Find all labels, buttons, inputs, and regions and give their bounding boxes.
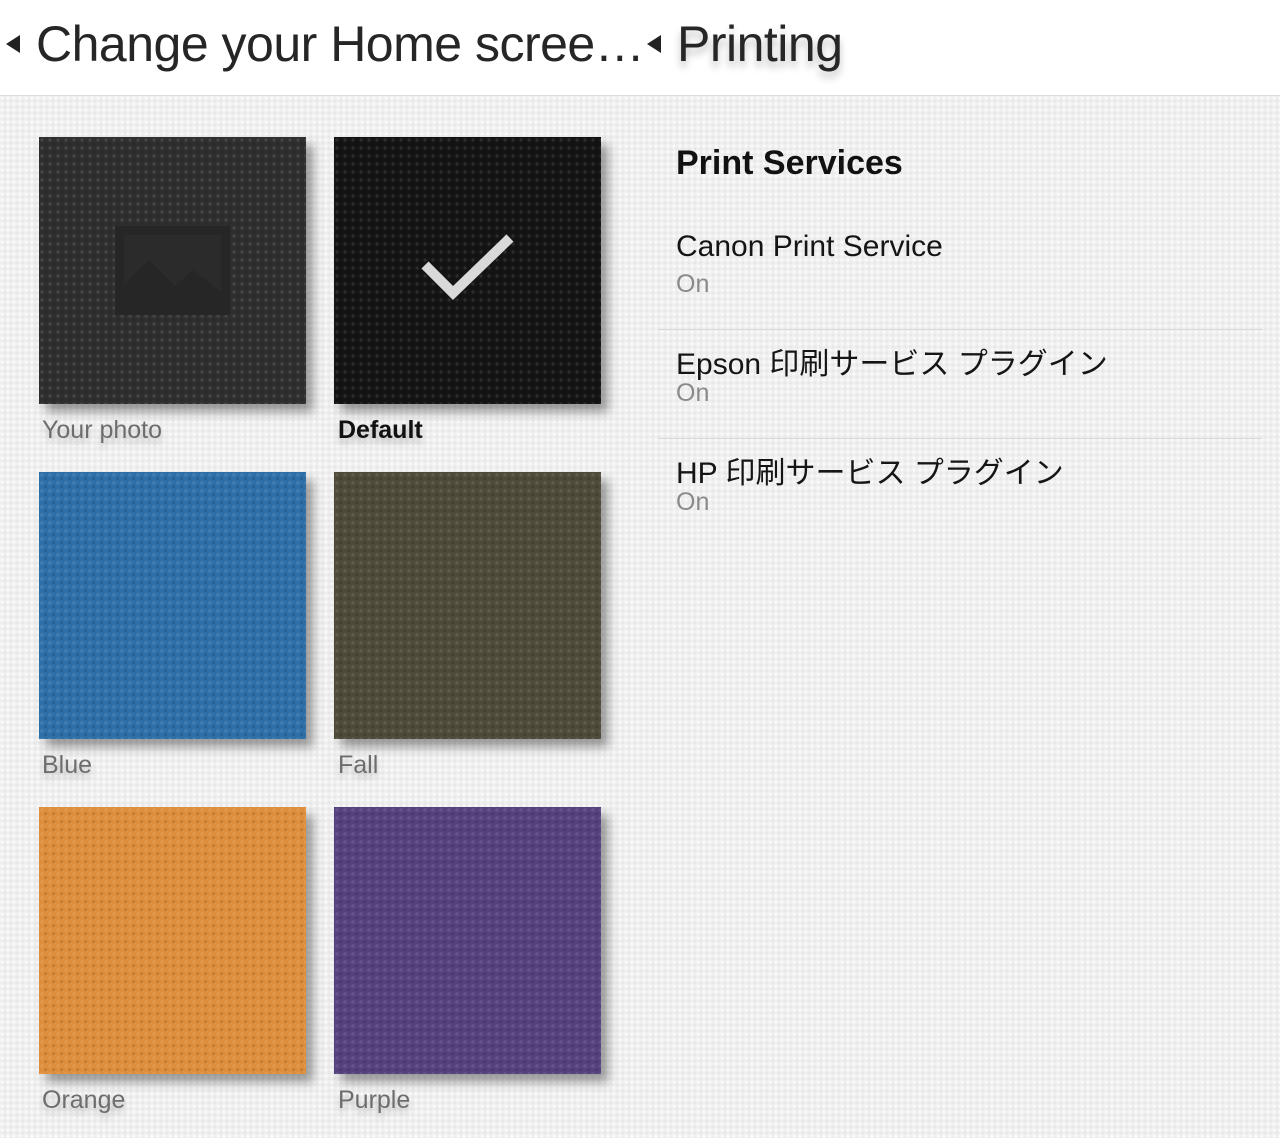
back-arrow-icon [647, 35, 661, 53]
print-service-status: On [676, 379, 710, 407]
back-arrow-icon [6, 35, 20, 53]
print-service-canon[interactable]: Canon Print Service On [658, 222, 1262, 330]
wallpaper-tile-default[interactable] [334, 137, 601, 404]
wallpaper-label-fall: Fall [338, 751, 379, 779]
wallpaper-tile-your-photo[interactable] [39, 137, 306, 404]
back-button-home-screen[interactable]: Change your Home scree… [6, 12, 645, 76]
print-service-status: On [676, 270, 710, 298]
wallpaper-label-purple: Purple [338, 1086, 411, 1114]
print-service-epson[interactable]: Epson 印刷サービス プラグイン On [658, 331, 1262, 439]
checkmark-icon [421, 234, 514, 301]
print-service-hp[interactable]: HP 印刷サービス プラグイン On [658, 440, 1262, 548]
print-services-heading: Print Services [676, 144, 903, 182]
wallpaper-tile-purple[interactable] [334, 807, 601, 1074]
print-service-name: Canon Print Service [676, 230, 943, 263]
wallpaper-tile-orange[interactable] [39, 807, 306, 1074]
wallpaper-tile-blue[interactable] [39, 472, 306, 739]
wallpaper-label-blue: Blue [42, 751, 93, 779]
print-service-status: On [676, 488, 710, 516]
wallpaper-label-default: Default [338, 416, 423, 444]
back-button-printing[interactable]: Printing [647, 12, 843, 76]
wallpaper-label-orange: Orange [42, 1086, 126, 1114]
print-service-name: HP 印刷サービス プラグイン [676, 457, 1064, 490]
back-title-home-screen: Change your Home scree… [36, 16, 645, 72]
top-bar: Change your Home scree… Printing [0, 0, 1280, 96]
image-placeholder-icon [115, 226, 230, 315]
print-service-name: Epson 印刷サービス プラグイン [676, 348, 1108, 381]
page-title: Printing [677, 16, 843, 72]
wallpaper-tile-fall[interactable] [334, 472, 601, 739]
wallpaper-label-your-photo: Your photo [42, 416, 163, 444]
